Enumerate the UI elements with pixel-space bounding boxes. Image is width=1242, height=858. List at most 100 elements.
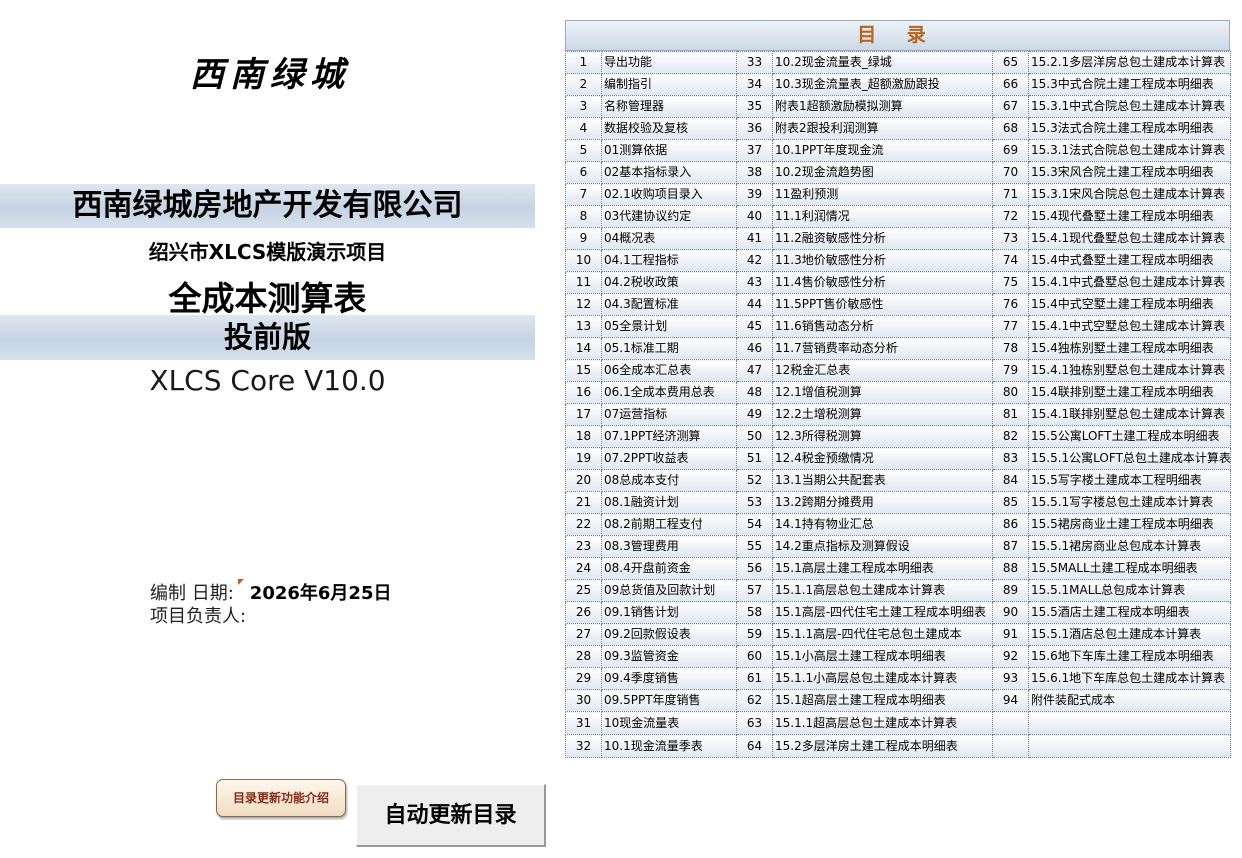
toc-link[interactable]: 08.4开盘前资金 (601, 557, 737, 580)
toc-link[interactable]: 12.2土增税测算 (772, 403, 993, 426)
toc-link[interactable]: 11.2融资敏感性分析 (772, 227, 993, 250)
toc-link[interactable]: 14.1持有物业汇总 (772, 513, 993, 536)
toc-link[interactable]: 15.4.1独栋别墅总包土建成本计算表 (1028, 359, 1231, 382)
toc-link[interactable]: 15.5公寓LOFT土建工程成本明细表 (1028, 425, 1231, 448)
toc-link[interactable]: 08.3管理费用 (601, 535, 737, 558)
toc-link[interactable]: 15.5.1公寓LOFT总包土建成本计算表 (1028, 447, 1231, 470)
toc-link[interactable]: 15.5.1裙房商业总包成本计算表 (1028, 535, 1231, 558)
toc-link[interactable]: 11.3地价敏感性分析 (772, 249, 993, 272)
compile-date-value[interactable]: 2026年6月25日 (250, 583, 392, 604)
toc-link[interactable]: 附表1超额激励模拟测算 (772, 95, 993, 118)
toc-link[interactable]: 11.5PPT售价敏感性 (772, 293, 993, 316)
toc-link[interactable]: 15.3中式合院土建工程成本明细表 (1028, 73, 1231, 96)
toc-link[interactable]: 10现金流量表 (601, 711, 737, 735)
toc-link[interactable]: 08总成本支付 (601, 469, 737, 492)
toc-link[interactable]: 09总货值及回款计划 (601, 579, 737, 602)
toc-link[interactable]: 15.5写字楼土建成本工程明细表 (1028, 469, 1231, 492)
toc-index: 58 (736, 601, 773, 624)
toc-link[interactable]: 02.1收购项目录入 (601, 183, 737, 206)
toc-link[interactable]: 15.4联排别墅土建工程成本明细表 (1028, 381, 1231, 404)
toc-link[interactable]: 15.4.1联排别墅总包土建成本计算表 (1028, 403, 1231, 426)
toc-link[interactable]: 15.3.1法式合院总包土建成本计算表 (1028, 139, 1231, 162)
toc-link[interactable]: 15.3法式合院土建工程成本明细表 (1028, 117, 1231, 140)
toc-link[interactable]: 07运营指标 (601, 403, 737, 426)
toc-link[interactable]: 12.1增值税测算 (772, 381, 993, 404)
toc-link[interactable]: 12.3所得税测算 (772, 425, 993, 448)
toc-link[interactable]: 11盈利预测 (772, 183, 993, 206)
toc-link[interactable]: 10.2现金流趋势图 (772, 161, 993, 184)
toc-link[interactable]: 04概况表 (601, 227, 737, 250)
toc-link[interactable]: 09.2回款假设表 (601, 623, 737, 646)
toc-index: 87 (992, 535, 1029, 558)
toc-link[interactable]: 15.4.1现代叠墅总包土建成本计算表 (1028, 227, 1231, 250)
toc-link[interactable]: 附件装配式成本 (1028, 689, 1231, 712)
toc-link[interactable]: 10.3现金流量表_超额激励跟投 (772, 73, 993, 96)
toc-link[interactable]: 15.6地下车库土建工程成本明细表 (1028, 645, 1231, 668)
toc-link[interactable]: 04.2税收政策 (601, 271, 737, 294)
toc-link[interactable]: 编制指引 (601, 73, 737, 96)
toc-link[interactable]: 15.5.1MALL总包成本计算表 (1028, 579, 1231, 602)
toc-link[interactable]: 07.1PPT经济测算 (601, 425, 737, 448)
toc-link[interactable]: 10.2现金流量表_绿城 (772, 51, 993, 74)
toc-index: 41 (736, 227, 773, 250)
toc-link[interactable]: 03代建协议约定 (601, 205, 737, 228)
toc-link[interactable]: 14.2重点指标及测算假设 (772, 535, 993, 558)
toc-link[interactable]: 15.6.1地下车库总包土建成本计算表 (1028, 667, 1231, 690)
toc-link[interactable]: 11.1利润情况 (772, 205, 993, 228)
toc-link[interactable]: 15.4中式空墅土建工程成本明细表 (1028, 293, 1231, 316)
toc-link[interactable]: 11.6销售动态分析 (772, 315, 993, 338)
toc-link[interactable]: 15.1小高层土建工程成本明细表 (772, 645, 993, 668)
toc-link[interactable]: 15.5.1写字楼总包土建成本计算表 (1028, 491, 1231, 514)
toc-link[interactable]: 15.4中式叠墅土建工程成本明细表 (1028, 249, 1231, 272)
toc-link[interactable]: 15.2.1多层洋房总包土建成本计算表 (1028, 51, 1231, 74)
toc-link[interactable]: 12.4税金预缴情况 (772, 447, 993, 470)
toc-link[interactable]: 15.1.1小高层总包土建成本计算表 (772, 667, 993, 690)
toc-link[interactable]: 15.4独栋别墅土建工程成本明细表 (1028, 337, 1231, 360)
toc-link[interactable]: 15.2多层洋房土建工程成本明细表 (772, 734, 993, 758)
toc-link[interactable]: 09.4季度销售 (601, 667, 737, 690)
toc-link[interactable]: 15.3.1中式合院总包土建成本计算表 (1028, 95, 1231, 118)
toc-link[interactable]: 09.3监管资金 (601, 645, 737, 668)
toc-link[interactable]: 05.1标准工期 (601, 337, 737, 360)
toc-link[interactable]: 15.4.1中式叠墅总包土建成本计算表 (1028, 271, 1231, 294)
toc-link[interactable]: 15.4现代叠墅土建工程成本明细表 (1028, 205, 1231, 228)
toc-link[interactable]: 15.1.1高层-四代住宅总包土建成本 (772, 623, 993, 646)
toc-link[interactable]: 01测算依据 (601, 139, 737, 162)
toc-link[interactable]: 15.1.1高层总包土建成本计算表 (772, 579, 993, 602)
toc-link[interactable]: 名称管理器 (601, 95, 737, 118)
toc-link[interactable]: 13.2跨期分摊费用 (772, 491, 993, 514)
toc-link[interactable]: 15.1高层-四代住宅土建工程成本明细表 (772, 601, 993, 624)
toc-update-intro-button[interactable]: 目录更新功能介绍 (216, 779, 346, 817)
toc-link[interactable]: 06全成本汇总表 (601, 359, 737, 382)
toc-link[interactable]: 06.1全成本费用总表 (601, 381, 737, 404)
toc-link[interactable]: 05全景计划 (601, 315, 737, 338)
toc-link[interactable]: 02基本指标录入 (601, 161, 737, 184)
toc-link[interactable]: 15.3宋风合院土建工程成本明细表 (1028, 161, 1231, 184)
toc-link[interactable]: 08.1融资计划 (601, 491, 737, 514)
toc-link[interactable]: 15.5.1酒店总包土建成本计算表 (1028, 623, 1231, 646)
toc-link[interactable]: 11.7营销费率动态分析 (772, 337, 993, 360)
toc-link[interactable]: 09.1销售计划 (601, 601, 737, 624)
toc-link[interactable]: 数据校验及复核 (601, 117, 737, 140)
toc-link[interactable]: 07.2PPT收益表 (601, 447, 737, 470)
toc-link[interactable]: 11.4售价敏感性分析 (772, 271, 993, 294)
toc-link[interactable]: 10.1PPT年度现金流 (772, 139, 993, 162)
toc-link[interactable]: 12税金汇总表 (772, 359, 993, 382)
toc-link[interactable]: 15.3.1宋风合院总包土建成本计算表 (1028, 183, 1231, 206)
toc-link[interactable]: 15.1超高层土建工程成本明细表 (772, 689, 993, 712)
toc-link[interactable]: 15.4.1中式空墅总包土建成本计算表 (1028, 315, 1231, 338)
toc-link[interactable]: 04.3配置标准 (601, 293, 737, 316)
toc-link[interactable]: 13.1当期公共配套表 (772, 469, 993, 492)
toc-link[interactable]: 15.1.1超高层总包土建成本计算表 (772, 711, 993, 735)
toc-link[interactable]: 08.2前期工程支付 (601, 513, 737, 536)
toc-link[interactable]: 15.5裙房商业土建工程成本明细表 (1028, 513, 1231, 536)
toc-link[interactable]: 附表2跟投利润测算 (772, 117, 993, 140)
toc-link[interactable]: 15.5酒店土建工程成本明细表 (1028, 601, 1231, 624)
toc-link[interactable]: 04.1工程指标 (601, 249, 737, 272)
toc-link[interactable]: 导出功能 (601, 51, 737, 74)
auto-update-toc-button[interactable]: 自动更新目录 (356, 784, 546, 847)
toc-link[interactable]: 15.5MALL土建工程成本明细表 (1028, 557, 1231, 580)
toc-link[interactable]: 10.1现金流量季表 (601, 734, 737, 758)
toc-link[interactable]: 09.5PPT年度销售 (601, 689, 737, 712)
toc-link[interactable]: 15.1高层土建工程成本明细表 (772, 557, 993, 580)
